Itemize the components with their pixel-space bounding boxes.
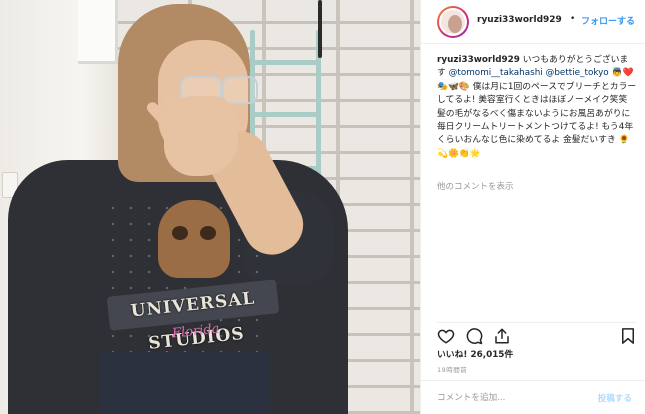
avatar[interactable] [437,6,469,38]
ladder-rung [250,112,321,117]
post-timestamp: 19時間前 [437,366,468,374]
character-eye [172,226,188,240]
header-separator: • [570,14,576,24]
glasses-lens-right [222,76,258,104]
ladder-rung [250,60,321,65]
post-caption: ryuzi33world929 いつもありがとうございます @tomomi__t… [437,54,637,161]
cord [318,0,322,58]
follow-button[interactable]: フォローする [581,14,635,27]
likes-label: いいね! [437,350,468,360]
post-header: ryuzi33world929 • フォローする [421,0,645,44]
comment-icon[interactable] [465,327,483,345]
likes-count[interactable]: いいね! 26,015件 [437,347,513,360]
bookmark-icon[interactable] [619,327,637,345]
caption-mention-2[interactable]: @bettie_tokyo [546,68,609,78]
post-side-panel: ryuzi33world929 • フォローする ryuzi33world929… [420,0,645,414]
window [78,0,118,64]
caption-body: 👼❤️🎭🦋🎨 僕は月に1回のペースでブリーチとカラーしてるよ! 美容室行くときは… [437,68,637,146]
share-icon[interactable] [493,327,511,345]
shirt-print-character [158,200,230,278]
comment-input[interactable] [437,391,577,405]
caption-mention-1[interactable]: @tomomi__takahashi [449,68,543,78]
likes-number: 26,015件 [470,350,514,360]
post-photo[interactable]: UNIVERSAL STUDIOS Florida [0,0,420,414]
heart-icon[interactable] [437,327,455,345]
caption-username[interactable]: ryuzi33world929 [437,55,520,65]
comment-form: 投稿する [421,380,645,414]
character-eye [200,226,216,240]
jeans [100,352,270,414]
post-comment-button[interactable]: 投稿する [598,392,632,404]
view-more-comments-link[interactable]: 他のコメントを表示 [437,180,514,192]
header-username[interactable]: ryuzi33world929 [477,15,562,25]
action-bar [437,322,637,345]
